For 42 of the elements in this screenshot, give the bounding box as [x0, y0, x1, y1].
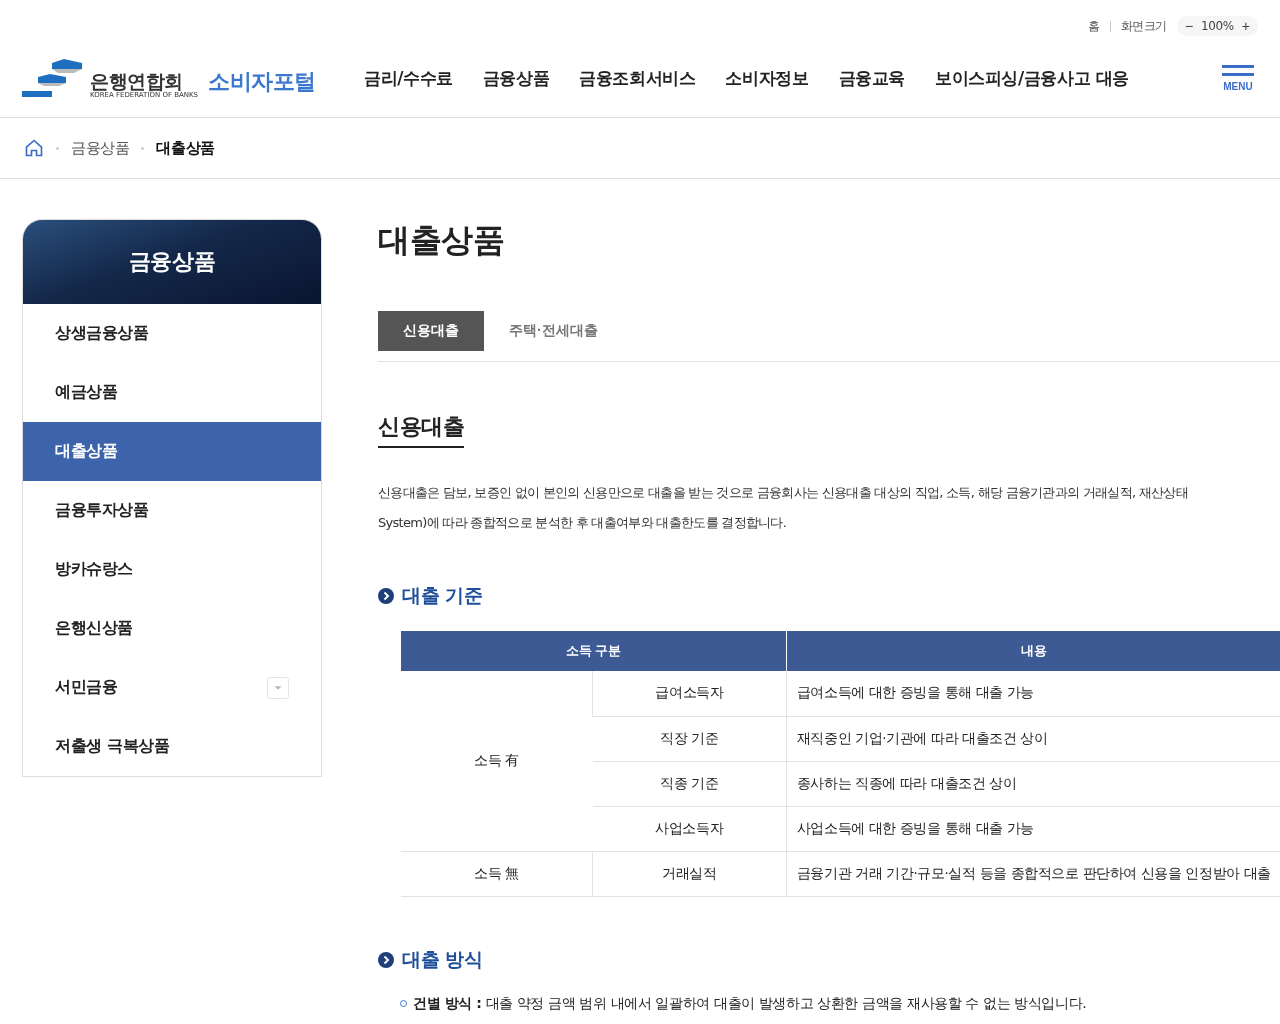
tab[interactable]: 주택·전세대출 [484, 311, 623, 351]
table-cell: 사업소득자 [592, 806, 787, 851]
table-cell: 금융기관 거래 기간·규모·실적 등을 종합적으로 판단하여 신용을 인정받아 대출 [786, 851, 1280, 896]
logo-icon [22, 58, 84, 99]
zoom-out-button[interactable]: − [1184, 18, 1194, 34]
zoom-in-button[interactable]: + [1241, 18, 1250, 34]
breadcrumb-link[interactable]: 금융상품 [71, 138, 130, 158]
nav-item[interactable]: 소비자정보 [725, 67, 809, 90]
method-description: 건별 방식 : 대출 약정 금액 범위 내에서 일괄하여 대출이 발생하고 상환한 금액을 재사용할 수 없는 방식입니다. [413, 994, 1087, 1013]
subsection-title: 대출 방식 [402, 946, 483, 972]
nav-item[interactable]: 보이스피싱/금융사고 대응 [934, 67, 1129, 90]
logo-portal-name: 소비자포털 [208, 67, 317, 96]
menu-button[interactable]: MENU [1222, 65, 1254, 92]
table-cell: 소득 有 [401, 671, 593, 851]
page-title: 대출상품 [378, 220, 506, 261]
nav-item[interactable]: 금융상품 [482, 67, 550, 90]
side-menu-item[interactable]: 대출상품 [23, 422, 321, 481]
table-cell: 재직중인 기업·기관에 따라 대출조건 상이 [786, 716, 1280, 761]
screen-size-label: 화면크기 [1120, 17, 1167, 35]
table-cell: 사업소득에 대한 증빙을 통해 대출 가능 [786, 806, 1280, 851]
intro-paragraph: 신용대출은 담보, 보증인 없이 본인의 신용만으로 대출을 받는 것으로 금융회사는 신용대출 대상의 직업, 소득, 해당 금융기관과의 거래실적, 재산상태 System)에 따라 종합적으로 분석한 후 대출여부와 대출한도를 결정합니다. [378, 484, 1190, 532]
table-cell: 직장 기준 [592, 716, 787, 761]
logo-org-name: 은행연합회 [90, 71, 183, 91]
section-title: 신용대출 [378, 412, 465, 448]
subsection-title: 대출 기준 [402, 583, 483, 608]
nav-item[interactable]: 금리/수수료 [364, 67, 453, 90]
table-cell: 소득 無 [401, 851, 593, 896]
table-header: 소득 구분 [401, 631, 787, 671]
nav-item[interactable]: 금융교육 [838, 67, 905, 90]
zoom-value: 100% [1201, 19, 1234, 33]
table-cell: 거래실적 [592, 851, 787, 896]
table-header: 내용 [786, 631, 1280, 671]
side-menu-title: 금융상품 [128, 248, 216, 276]
nav-item[interactable]: 금융조회서비스 [579, 67, 696, 90]
table-cell: 종사하는 직종에 따라 대출조건 상이 [786, 761, 1280, 806]
table-cell: 급여소득에 대한 증빙을 통해 대출 가능 [786, 671, 1280, 716]
table-cell: 급여소득자 [592, 671, 787, 716]
table-cell: 직종 기준 [592, 761, 787, 806]
breadcrumb-link[interactable]: 대출상품 [156, 138, 215, 158]
tab[interactable]: 신용대출 [378, 311, 484, 351]
home-icon[interactable] [24, 138, 44, 158]
home-link[interactable]: 홈 [1087, 17, 1100, 35]
